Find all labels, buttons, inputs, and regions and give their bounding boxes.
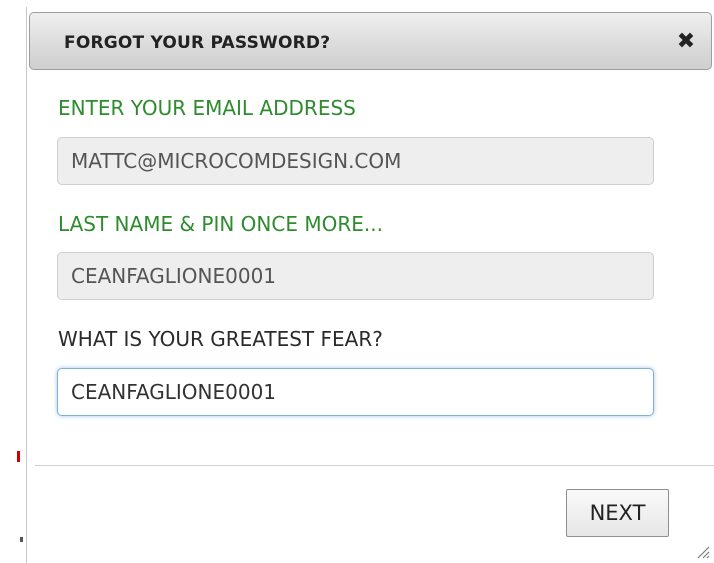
dialog-titlebar[interactable]: FORGOT YOUR PASSWORD? ✖ — [29, 12, 712, 70]
forgot-password-dialog: FORGOT YOUR PASSWORD? ✖ ENTER YOUR EMAIL… — [26, 7, 714, 563]
background-edge-mark — [17, 451, 20, 462]
lastname-pin-field[interactable] — [57, 252, 654, 300]
next-button[interactable]: NEXT — [566, 489, 669, 537]
greatest-fear-input[interactable] — [57, 368, 654, 416]
background-edge-mark-small — [20, 537, 23, 542]
resize-handle-icon[interactable] — [696, 545, 710, 559]
lastname-pin-label: LAST NAME & PIN ONCE MORE... — [58, 212, 383, 236]
close-icon[interactable]: ✖ — [675, 30, 697, 54]
dialog-title: FORGOT YOUR PASSWORD? — [64, 33, 331, 53]
greatest-fear-label: WHAT IS YOUR GREATEST FEAR? — [58, 327, 383, 351]
email-field[interactable] — [57, 137, 654, 185]
footer-divider — [35, 465, 714, 466]
email-label: ENTER YOUR EMAIL ADDRESS — [58, 96, 356, 120]
